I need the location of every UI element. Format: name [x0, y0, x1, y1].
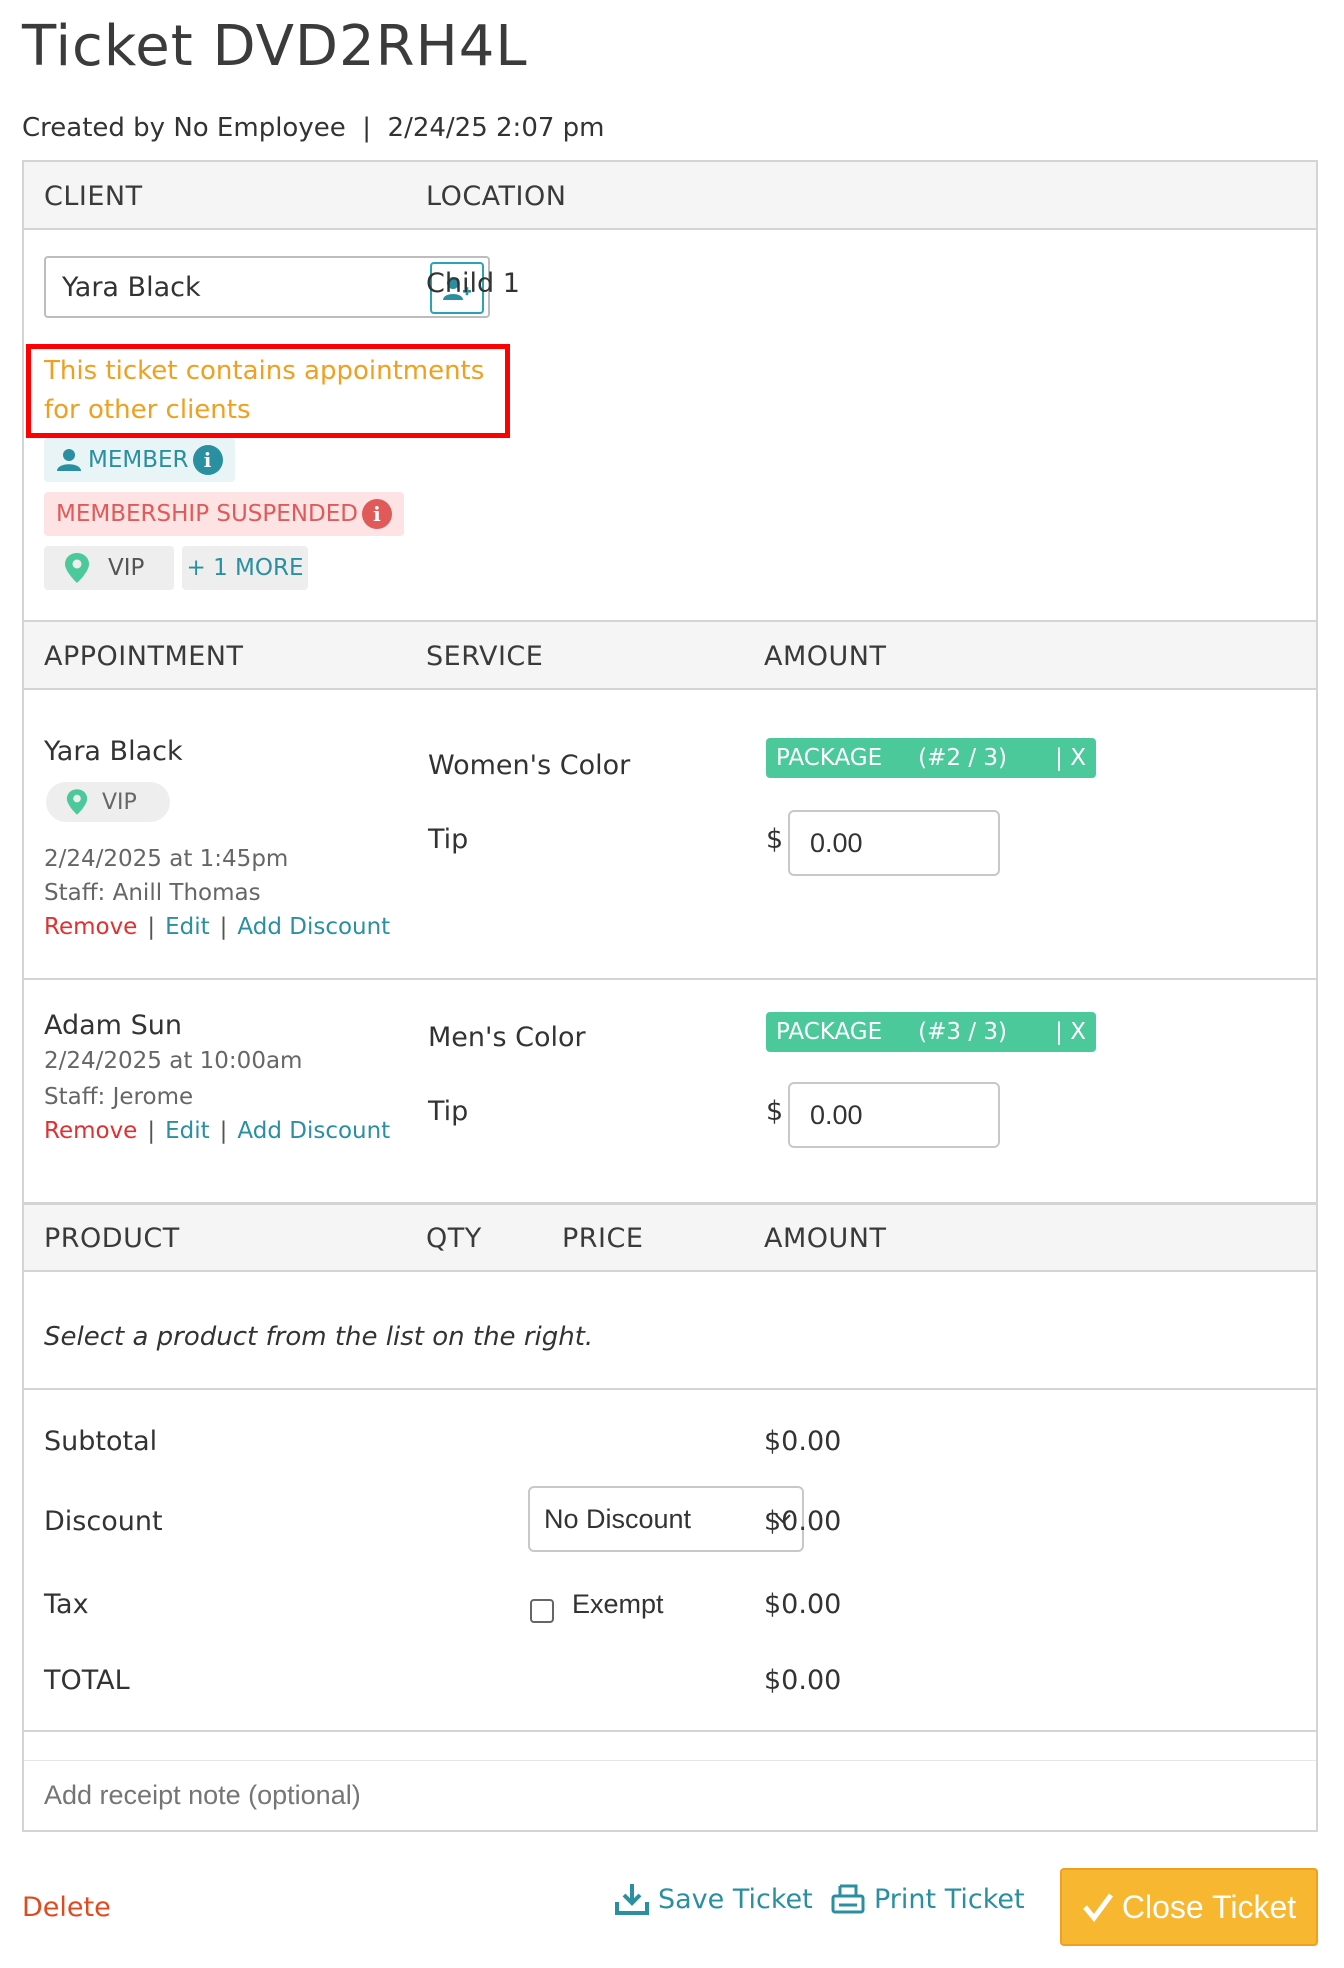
- link-separator: |: [147, 1118, 156, 1144]
- tax-value: $0.00: [764, 1589, 842, 1620]
- package-count: (#2 / 3): [918, 745, 1008, 771]
- edit-link[interactable]: Edit: [165, 914, 210, 940]
- tip-label: Tip: [428, 824, 469, 855]
- appointment-actions: Remove | Edit | Add Discount: [44, 1118, 390, 1144]
- ticket-panel: CLIENT LOCATION Yara Black This ticket c…: [22, 160, 1318, 1832]
- close-ticket-button[interactable]: Close Ticket: [1060, 1868, 1318, 1946]
- member-tag[interactable]: MEMBER i: [44, 438, 235, 482]
- other-clients-warning: This ticket contains appointments for ot…: [44, 356, 485, 425]
- service-col-header: SERVICE: [426, 641, 544, 672]
- location-pin-icon: [65, 553, 89, 583]
- link-separator: |: [219, 1118, 228, 1144]
- package-label: PACKAGE: [776, 1019, 883, 1045]
- appointment-datetime: 2/24/2025 at 10:00am: [44, 1048, 303, 1074]
- product-hint: Select a product from the list on the ri…: [44, 1322, 594, 1352]
- client-name: Yara Black: [62, 272, 201, 303]
- link-separator: |: [219, 914, 228, 940]
- price-col-header: PRICE: [562, 1223, 644, 1254]
- product-header: PRODUCT QTY PRICE AMOUNT: [24, 1202, 1316, 1272]
- add-discount-link[interactable]: Add Discount: [237, 1118, 390, 1144]
- package-label: PACKAGE: [776, 745, 883, 771]
- appointment-header: APPOINTMENT SERVICE AMOUNT: [24, 620, 1316, 690]
- appointment-client-name: Adam Sun: [44, 1010, 182, 1041]
- row-divider: [24, 1760, 1316, 1761]
- row-divider: [24, 1388, 1316, 1390]
- discount-value: $0.00: [764, 1506, 842, 1537]
- client-location-header: CLIENT LOCATION: [24, 162, 1316, 230]
- appointment-actions: Remove | Edit | Add Discount: [44, 914, 390, 940]
- location-value: Child 1: [426, 268, 520, 299]
- print-ticket-label: Print Ticket: [874, 1883, 1025, 1915]
- package-remove-button[interactable]: | X: [1055, 745, 1086, 771]
- delete-ticket-button[interactable]: Delete: [22, 1892, 111, 1923]
- amount-col-header: AMOUNT: [764, 1223, 887, 1254]
- currency-symbol: $: [766, 824, 784, 855]
- link-separator: |: [147, 914, 156, 940]
- member-info-icon[interactable]: i: [192, 445, 223, 475]
- package-remove-button[interactable]: | X: [1055, 1019, 1086, 1045]
- currency-symbol: $: [766, 1096, 784, 1127]
- package-count: (#3 / 3): [918, 1019, 1008, 1045]
- print-ticket-button[interactable]: Print Ticket: [830, 1882, 1025, 1916]
- more-tags-button[interactable]: + 1 MORE: [182, 546, 308, 590]
- subtotal-label: Subtotal: [44, 1426, 158, 1457]
- save-ticket-label: Save Ticket: [658, 1883, 813, 1915]
- add-discount-link[interactable]: Add Discount: [237, 914, 390, 940]
- checkmark-icon: [1082, 1893, 1113, 1922]
- person-icon: [57, 449, 81, 471]
- total-value: $0.00: [764, 1665, 842, 1696]
- service-name: Men's Color: [428, 1022, 586, 1053]
- tax-label: Tax: [44, 1589, 89, 1620]
- package-badge: PACKAGE (#2 / 3) | X: [766, 738, 1096, 778]
- appointment-vip-tag: VIP: [46, 782, 170, 822]
- suspended-info-icon[interactable]: i: [361, 499, 392, 529]
- qty-col-header: QTY: [426, 1223, 482, 1254]
- appointment-vip-label: VIP: [102, 789, 137, 815]
- tip-input[interactable]: [788, 1082, 1000, 1148]
- client-header: CLIENT: [44, 181, 143, 212]
- vip-label: VIP: [108, 555, 145, 581]
- appointment-datetime: 2/24/2025 at 1:45pm: [44, 846, 289, 872]
- appointment-client-name: Yara Black: [44, 736, 183, 767]
- close-ticket-label: Close Ticket: [1121, 1888, 1297, 1925]
- printer-icon: [831, 1884, 865, 1914]
- vip-tag[interactable]: VIP: [44, 546, 174, 590]
- membership-suspended-label: MEMBERSHIP SUSPENDED: [56, 501, 358, 527]
- client-field[interactable]: Yara Black: [44, 256, 490, 318]
- product-col-header: PRODUCT: [44, 1223, 180, 1254]
- package-badge: PACKAGE (#3 / 3) | X: [766, 1012, 1096, 1052]
- ticket-created-info: Created by No Employee | 2/24/25 2:07 pm: [22, 113, 605, 143]
- appointment-col-header: APPOINTMENT: [44, 641, 244, 672]
- receipt-note-input[interactable]: [44, 1762, 1294, 1828]
- appointment-staff: Staff: Jerome: [44, 1084, 194, 1110]
- remove-link[interactable]: Remove: [44, 1118, 137, 1144]
- tip-label: Tip: [428, 1096, 469, 1127]
- edit-link[interactable]: Edit: [165, 1118, 210, 1144]
- row-divider: [24, 978, 1316, 980]
- remove-link[interactable]: Remove: [44, 914, 137, 940]
- subtotal-value: $0.00: [764, 1426, 842, 1457]
- total-label: TOTAL: [44, 1665, 130, 1696]
- tax-exempt-checkbox[interactable]: [530, 1599, 554, 1623]
- location-pin-icon: [66, 789, 88, 815]
- member-label: MEMBER: [88, 447, 189, 473]
- discount-label: Discount: [44, 1506, 163, 1537]
- membership-suspended-tag[interactable]: MEMBERSHIP SUSPENDED i: [44, 492, 404, 536]
- row-divider: [24, 1730, 1316, 1732]
- save-ticket-button[interactable]: Save Ticket: [614, 1882, 813, 1916]
- tax-exempt-label: Exempt: [572, 1589, 664, 1619]
- appointment-staff: Staff: Anill Thomas: [44, 880, 261, 906]
- service-name: Women's Color: [428, 750, 631, 781]
- download-icon: [615, 1884, 649, 1915]
- page-title: Ticket DVD2RH4L: [22, 14, 528, 79]
- amount-col-header: AMOUNT: [764, 641, 887, 672]
- location-header: LOCATION: [426, 181, 567, 212]
- tip-input[interactable]: [788, 810, 1000, 876]
- discount-select[interactable]: No Discount: [528, 1486, 804, 1552]
- discount-select-value: No Discount: [544, 1503, 692, 1534]
